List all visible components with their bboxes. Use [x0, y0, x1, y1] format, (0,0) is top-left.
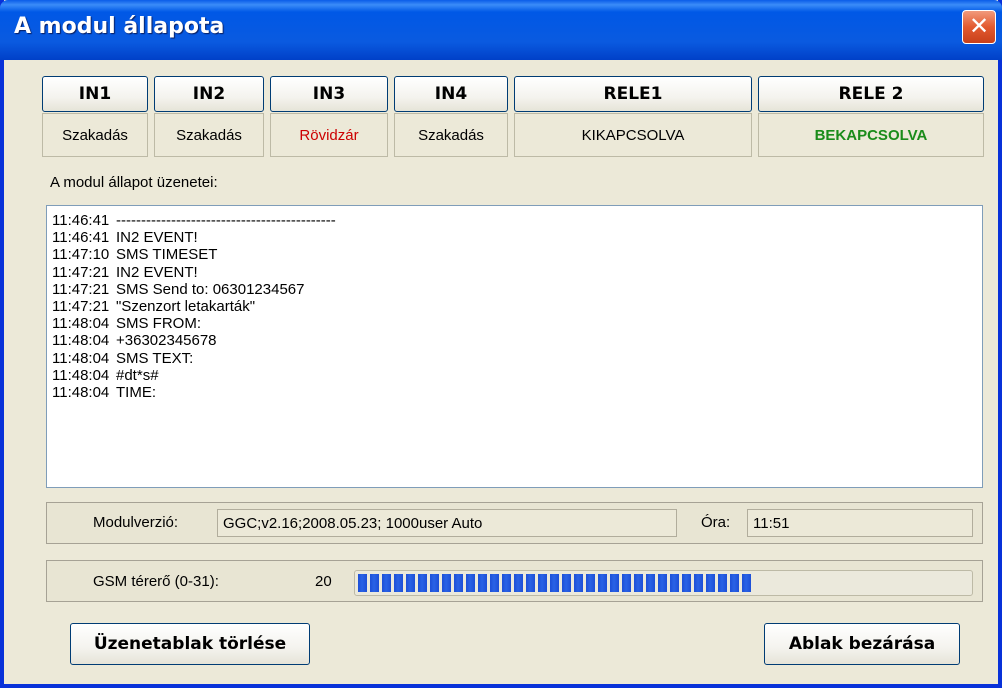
- log-time: 11:46:41: [52, 229, 110, 247]
- log-text: "Szenzort letakarták": [116, 298, 256, 316]
- in2-status: Szakadás: [154, 113, 264, 157]
- log-row: 11:48:04 SMS FROM:: [52, 315, 982, 332]
- log-row: 11:48:04 SMS TEXT:: [52, 350, 982, 367]
- log-text: SMS Send to: 06301234567: [116, 280, 305, 298]
- log-row: 11:47:21 "Szenzort letakarták": [52, 298, 982, 315]
- relay1-header: RELE1: [514, 76, 752, 112]
- clock-label: Óra:: [701, 514, 731, 531]
- log-row: 11:46:41 --------------------------------…: [52, 212, 982, 229]
- log-row: 11:46:41 IN2 EVENT!: [52, 229, 982, 246]
- in4-status: Szakadás: [394, 113, 508, 157]
- log-text: SMS TEXT:: [116, 349, 194, 367]
- log-time: 11:46:41: [52, 212, 110, 229]
- relay2-header: RELE 2: [758, 76, 984, 112]
- log-row: 11:47:21 SMS Send to: 06301234567: [52, 281, 982, 298]
- log-time: 11:47:10: [52, 246, 110, 264]
- relay2-status: BEKAPCSOLVA: [758, 113, 984, 157]
- log-row: 11:48:04 #dt*s#: [52, 367, 982, 384]
- log-text: TIME:: [116, 384, 156, 402]
- gsm-signal-fill: [358, 574, 752, 592]
- log-time: 11:47:21: [52, 298, 110, 316]
- log-row: 11:47:21 IN2 EVENT!: [52, 264, 982, 281]
- module-version-field: GGC;v2.16;2008.05.23; 1000user Auto: [217, 509, 677, 537]
- log-text: ----------------------------------------…: [116, 212, 336, 229]
- in3-status: Rövidzár: [270, 113, 388, 157]
- messages-label: A modul állapot üzenetei:: [50, 174, 218, 191]
- window-title: A modul állapota: [14, 14, 225, 39]
- log-row: 11:47:10 SMS TIMESET: [52, 246, 982, 263]
- in1-header: IN1: [42, 76, 148, 112]
- log-time: 11:48:04: [52, 349, 110, 367]
- message-log[interactable]: 11:46:41 --------------------------------…: [46, 205, 983, 488]
- close-window-button[interactable]: Ablak bezárása: [764, 623, 960, 665]
- log-text: SMS FROM:: [116, 315, 201, 333]
- log-text: +36302345678: [116, 332, 217, 350]
- log-row: 11:48:04 TIME:: [52, 384, 982, 401]
- log-text: IN2 EVENT!: [116, 229, 198, 247]
- log-time: 11:47:21: [52, 280, 110, 298]
- gsm-label: GSM térerő (0-31):: [93, 573, 219, 590]
- clock-field: 11:51: [747, 509, 973, 537]
- log-text: #dt*s#: [116, 366, 159, 384]
- log-time: 11:48:04: [52, 332, 110, 350]
- gsm-signal-bar: [354, 570, 973, 596]
- log-time: 11:47:21: [52, 263, 110, 281]
- log-time: 11:48:04: [52, 315, 110, 333]
- clear-messages-button[interactable]: Üzenetablak törlése: [70, 623, 310, 665]
- module-status-window: A modul állapota ✕ IN1 Szakadás IN2 Szak…: [0, 0, 1002, 688]
- log-time: 11:48:04: [52, 366, 110, 384]
- close-icon[interactable]: ✕: [962, 10, 996, 44]
- log-text: SMS TIMESET: [116, 246, 218, 264]
- in1-status: Szakadás: [42, 113, 148, 157]
- in3-header: IN3: [270, 76, 388, 112]
- gsm-value: 20: [315, 573, 332, 590]
- module-version-label: Modulverzió:: [93, 514, 179, 531]
- in2-header: IN2: [154, 76, 264, 112]
- log-row: 11:48:04 +36302345678: [52, 332, 982, 349]
- module-info-panel: Modulverzió: GGC;v2.16;2008.05.23; 1000u…: [46, 502, 983, 544]
- relay1-status: KIKAPCSOLVA: [514, 113, 752, 157]
- log-time: 11:48:04: [52, 384, 110, 402]
- title-bar[interactable]: A modul állapota ✕: [0, 0, 1002, 60]
- log-text: IN2 EVENT!: [116, 263, 198, 281]
- in4-header: IN4: [394, 76, 508, 112]
